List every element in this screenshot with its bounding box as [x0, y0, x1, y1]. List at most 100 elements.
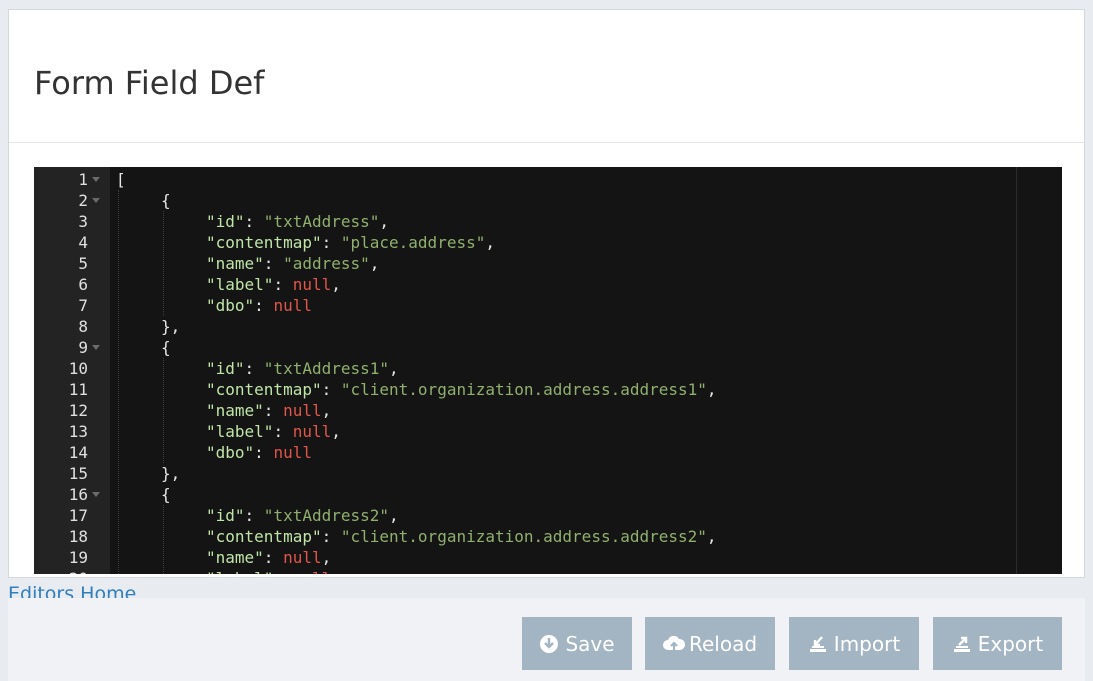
- code-token: },: [161, 317, 181, 336]
- code-text: "id": "txtAddress1",: [206, 358, 399, 379]
- code-token: "contentmap": [206, 527, 322, 546]
- line-number: 17: [68, 506, 88, 525]
- code-line[interactable]: 4 "contentmap": "place.address",: [34, 232, 1062, 253]
- page-title: Form Field Def: [34, 64, 265, 102]
- code-token: :: [321, 380, 341, 399]
- code-token: ,: [706, 380, 717, 399]
- code-text: "dbo": null: [206, 295, 312, 316]
- code-token: {: [161, 191, 171, 210]
- code-text: "name": null,: [206, 547, 331, 568]
- fold-arrow-icon[interactable]: [92, 345, 100, 350]
- code-token: :: [321, 527, 341, 546]
- line-number: 1: [78, 170, 88, 189]
- code-line[interactable]: 10 "id": "txtAddress1",: [34, 358, 1062, 379]
- code-token: ,: [321, 401, 332, 420]
- panel-header: Form Field Def: [9, 10, 1084, 143]
- code-token: ,: [706, 527, 717, 546]
- code-line[interactable]: 15},: [34, 463, 1062, 484]
- code-token: "label": [206, 569, 273, 574]
- code-token: null: [292, 275, 332, 294]
- code-token: ,: [389, 359, 399, 378]
- code-text: "label": null,: [206, 421, 341, 442]
- code-line[interactable]: 16 {: [34, 484, 1062, 505]
- save-button[interactable]: Save: [522, 617, 632, 670]
- code-token: "name": [206, 254, 264, 273]
- code-line[interactable]: 20 "label": null,: [34, 568, 1062, 574]
- import-button[interactable]: Import: [789, 617, 919, 670]
- fold-arrow-icon[interactable]: [92, 177, 100, 182]
- code-token: [: [116, 170, 126, 189]
- code-token: ,: [369, 254, 380, 273]
- code-line[interactable]: 9{: [34, 337, 1062, 358]
- code-token: "label": [206, 422, 274, 441]
- code-line[interactable]: 13 "label": null,: [34, 421, 1062, 442]
- code-line[interactable]: 6 "label": null,: [34, 274, 1062, 295]
- code-text: {: [161, 337, 171, 358]
- code-token: "contentmap": [206, 380, 322, 399]
- code-token: "txtAddress2": [263, 506, 390, 525]
- code-token: :: [244, 506, 264, 525]
- code-line[interactable]: 12 "name": null,: [34, 400, 1062, 421]
- code-text: "id": "txtAddress2",: [206, 505, 399, 526]
- code-token: "txtAddress1": [263, 359, 390, 378]
- code-token: "name": [206, 401, 264, 420]
- code-token: :: [321, 233, 341, 252]
- code-token: :: [263, 254, 284, 273]
- code-token: "dbo": [206, 296, 255, 315]
- code-line[interactable]: 8},: [34, 316, 1062, 337]
- code-token: "id": [206, 212, 245, 231]
- line-number: 8: [78, 317, 88, 336]
- line-number: 16: [68, 485, 88, 504]
- line-number: 3: [78, 212, 88, 231]
- code-line[interactable]: 18 "contentmap": "client.organization.add…: [34, 526, 1062, 547]
- fold-arrow-icon[interactable]: [92, 198, 100, 203]
- code-line[interactable]: 19 "name": null,: [34, 547, 1062, 568]
- code-line[interactable]: 7 "dbo": null: [34, 295, 1062, 316]
- json-code-editor[interactable]: 1[2{3 "id": "txtAddress", 4 "contentmap": "…: [34, 167, 1062, 574]
- code-text: },: [161, 316, 180, 337]
- code-line[interactable]: 1[: [34, 169, 1062, 190]
- code-token: null: [283, 401, 322, 420]
- code-token: :: [273, 275, 293, 294]
- code-token: ,: [379, 212, 390, 231]
- code-line[interactable]: 14 "dbo": null: [34, 442, 1062, 463]
- import-icon: [808, 634, 828, 654]
- cloud-upload-icon: [662, 634, 685, 654]
- line-number: 11: [68, 380, 88, 399]
- line-number: 15: [68, 464, 88, 483]
- code-text: "label": null,: [206, 274, 341, 295]
- code-line[interactable]: 11 "contentmap": "client.organization.add…: [34, 379, 1062, 400]
- line-number: 13: [68, 422, 88, 441]
- code-token: "contentmap": [206, 233, 322, 252]
- code-text: "id": "txtAddress",: [206, 211, 389, 232]
- save-button-label: Save: [565, 631, 615, 656]
- line-number: 12: [68, 401, 88, 420]
- code-token: :: [254, 296, 274, 315]
- code-token: "id": [206, 506, 245, 525]
- code-line[interactable]: 17 "id": "txtAddress2",: [34, 505, 1062, 526]
- line-number: 7: [78, 296, 88, 315]
- code-token: "txtAddress": [263, 212, 380, 231]
- code-token: ,: [331, 569, 341, 574]
- reload-button[interactable]: Reload: [645, 617, 775, 670]
- code-text: "name": "address",: [206, 253, 379, 274]
- code-token: ,: [389, 506, 399, 525]
- code-token: "name": [206, 548, 264, 567]
- code-line[interactable]: 3 "id": "txtAddress",: [34, 211, 1062, 232]
- code-token: null: [273, 296, 312, 315]
- code-token: :: [263, 548, 284, 567]
- code-token: "client.organization.address.address1": [340, 380, 707, 399]
- code-token: "address": [283, 254, 370, 273]
- fold-arrow-icon[interactable]: [92, 492, 100, 497]
- code-text: "contentmap": "client.organization.addre…: [206, 379, 717, 400]
- code-text: "name": null,: [206, 400, 331, 421]
- code-line[interactable]: 2{: [34, 190, 1062, 211]
- code-token: "id": [206, 359, 245, 378]
- code-token: "dbo": [206, 443, 255, 462]
- code-line[interactable]: 5 "name": "address",: [34, 253, 1062, 274]
- export-button[interactable]: Export: [933, 617, 1062, 670]
- code-token: "client.organization.address.address2": [340, 527, 707, 546]
- line-number: 4: [78, 233, 88, 252]
- code-token: ,: [321, 548, 332, 567]
- code-token: null: [283, 548, 322, 567]
